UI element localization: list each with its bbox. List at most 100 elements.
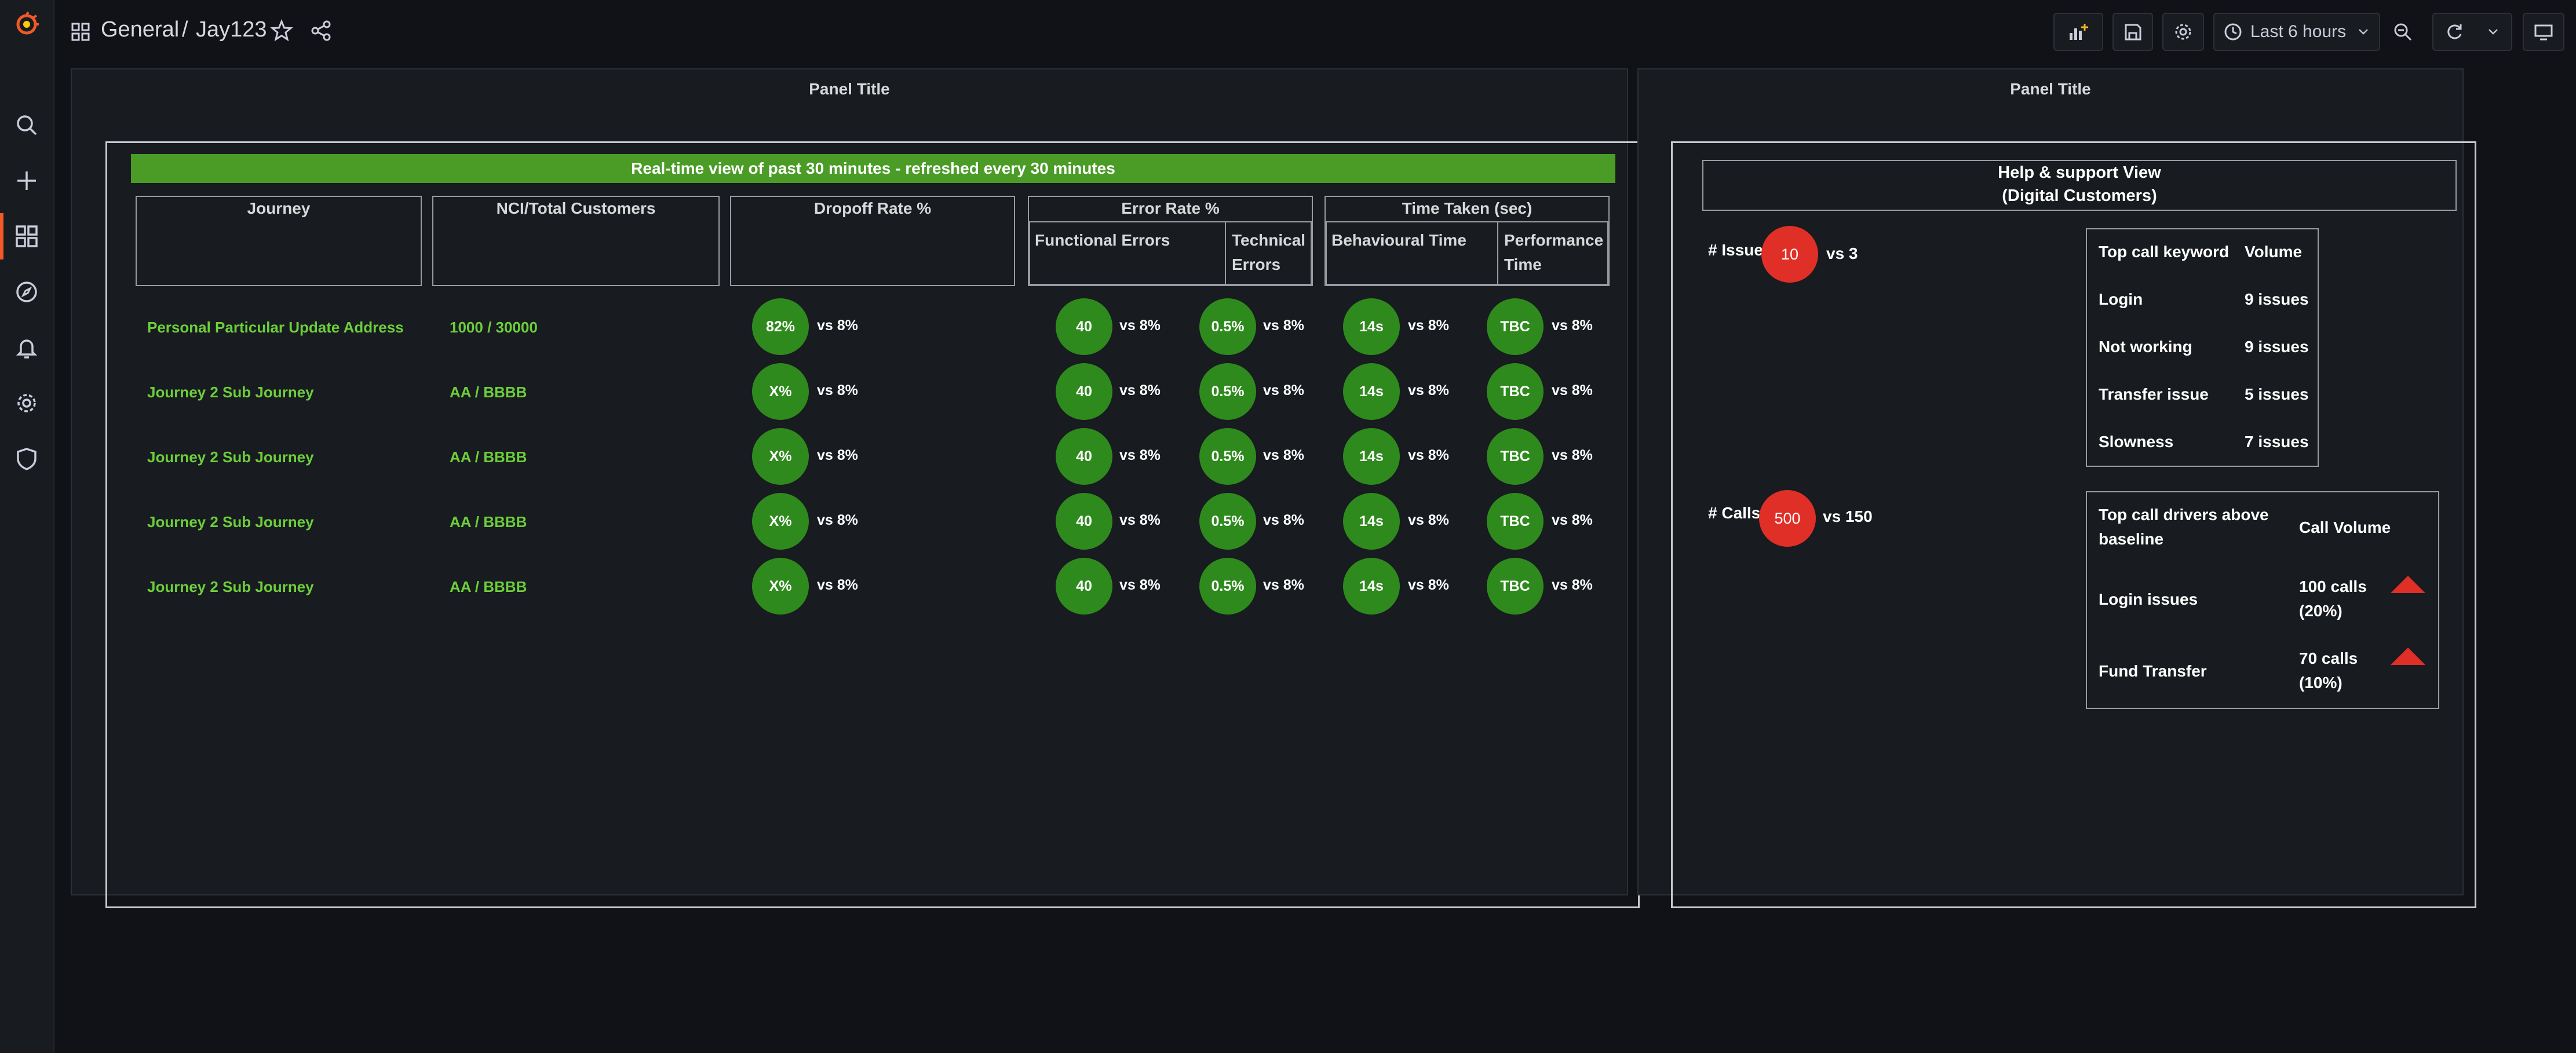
calls-count-metric: 500 xyxy=(1759,490,1816,547)
sidebar xyxy=(0,0,54,1053)
journey-name[interactable]: Journey 2 Sub Journey xyxy=(147,513,314,531)
grafana-logo-icon[interactable] xyxy=(0,1,53,47)
functional-errors-compare: vs 8% xyxy=(1119,382,1161,398)
breadcrumb-dashboard[interactable]: Jay123 xyxy=(196,17,267,42)
dropoff-compare: vs 8% xyxy=(817,382,858,398)
driver-name: Fund Transfer xyxy=(2099,662,2207,680)
dropoff-compare: vs 8% xyxy=(817,317,858,334)
keywords-header-keyword: Top call keyword xyxy=(2099,243,2230,261)
journey-name[interactable]: Journey 2 Sub Journey xyxy=(147,383,314,401)
behavioural-time-compare: vs 8% xyxy=(1408,317,1449,334)
performance-time-compare: vs 8% xyxy=(1552,317,1593,334)
dropoff-compare: vs 8% xyxy=(817,512,858,528)
nci-value: AA / BBBB xyxy=(450,448,527,466)
behavioural-time-compare: vs 8% xyxy=(1408,512,1449,528)
alerting-bell-icon[interactable] xyxy=(0,324,53,371)
keyword-volume: 9 issues xyxy=(2245,290,2309,308)
technical-errors-compare: vs 8% xyxy=(1263,382,1304,398)
keyword-volume: 5 issues xyxy=(2245,385,2309,403)
issue-count-label: # Issue xyxy=(1708,241,1763,259)
performance-time-metric: TBC xyxy=(1487,298,1544,355)
header-time-taken-label: Time Taken (sec) xyxy=(1402,199,1533,217)
create-plus-icon[interactable] xyxy=(0,158,53,204)
keyword-name: Slowness xyxy=(2099,433,2174,451)
header-error-rate-label: Error Rate % xyxy=(1121,199,1220,217)
driver-volume-line2: (20%) xyxy=(2299,602,2343,620)
header-nci-label: NCI/Total Customers xyxy=(496,199,656,217)
nci-value: 1000 / 30000 xyxy=(450,319,538,336)
technical-errors-metric: 0.5% xyxy=(1199,493,1256,550)
functional-errors-metric: 40 xyxy=(1056,493,1112,550)
behavioural-time-metric: 14s xyxy=(1343,493,1400,550)
driver-volume-line1: 70 calls xyxy=(2299,649,2358,667)
refresh-interval-chevron-icon xyxy=(2488,29,2498,35)
header-performance-time-line2: Time xyxy=(1504,255,1542,273)
panel-title[interactable]: Panel Title xyxy=(72,80,1627,98)
dropoff-metric: X% xyxy=(752,428,809,485)
help-support-subtitle: (Digital Customers) xyxy=(2002,187,2157,205)
monitor-icon xyxy=(2534,24,2553,41)
view-mode-button[interactable] xyxy=(2523,13,2564,51)
header-technical-errors-line2: Errors xyxy=(1232,255,1281,273)
save-dashboard-button[interactable] xyxy=(2112,13,2153,51)
keyword-name: Login xyxy=(2099,290,2143,308)
issue-count-metric: 10 xyxy=(1761,226,1818,283)
nci-value: AA / BBBB xyxy=(450,578,527,595)
calls-count-label: # Calls xyxy=(1708,504,1761,522)
drivers-header-line1: Top call drivers above xyxy=(2099,506,2269,524)
performance-time-compare: vs 8% xyxy=(1552,382,1593,398)
shield-icon[interactable] xyxy=(0,436,53,482)
behavioural-time-metric: 14s xyxy=(1343,428,1400,485)
journey-name[interactable]: Personal Particular Update Address xyxy=(147,319,404,337)
performance-time-compare: vs 8% xyxy=(1552,577,1593,593)
add-panel-button[interactable] xyxy=(2053,13,2103,51)
technical-errors-metric: 0.5% xyxy=(1199,558,1256,615)
technical-errors-metric: 0.5% xyxy=(1199,298,1256,355)
explore-compass-icon[interactable] xyxy=(0,269,53,315)
technical-errors-compare: vs 8% xyxy=(1263,447,1304,463)
performance-time-metric: TBC xyxy=(1487,558,1544,615)
help-support-header: Help & support View (Digital Customers) xyxy=(1702,160,2457,211)
technical-errors-metric: 0.5% xyxy=(1199,363,1256,420)
performance-time-metric: TBC xyxy=(1487,428,1544,485)
zoom-out-icon xyxy=(2394,23,2412,41)
search-icon[interactable] xyxy=(0,102,53,148)
refresh-button[interactable] xyxy=(2432,13,2512,51)
journey-name[interactable]: Journey 2 Sub Journey xyxy=(147,448,314,466)
help-support-title: Help & support View xyxy=(1998,163,2161,182)
header-behavioural-time-label: Behavioural Time xyxy=(1331,231,1466,249)
star-icon[interactable] xyxy=(270,19,293,42)
keyword-volume: 7 issues xyxy=(2245,433,2309,451)
driver-volume-line1: 100 calls xyxy=(2299,577,2367,595)
technical-errors-compare: vs 8% xyxy=(1263,512,1304,528)
header-dropoff-label: Dropoff Rate % xyxy=(813,199,932,217)
trend-up-icon xyxy=(2391,648,2425,665)
settings-gear-icon[interactable] xyxy=(0,380,53,426)
performance-time-compare: vs 8% xyxy=(1552,512,1593,528)
dropoff-metric: X% xyxy=(752,363,809,420)
clock-icon xyxy=(2224,23,2242,41)
dashboard-settings-button[interactable] xyxy=(2162,13,2204,51)
breadcrumb-folder[interactable]: General xyxy=(101,17,179,42)
header-technical-errors-line1: Technical xyxy=(1232,231,1306,249)
journey-name[interactable]: Journey 2 Sub Journey xyxy=(147,578,314,596)
nci-value: AA / BBBB xyxy=(450,383,527,401)
share-icon[interactable] xyxy=(309,19,333,42)
functional-errors-metric: 40 xyxy=(1056,428,1112,485)
keyword-name: Not working xyxy=(2099,338,2192,356)
technical-errors-compare: vs 8% xyxy=(1263,577,1304,593)
behavioural-time-metric: 14s xyxy=(1343,558,1400,615)
behavioural-time-compare: vs 8% xyxy=(1408,577,1449,593)
functional-errors-compare: vs 8% xyxy=(1119,447,1161,463)
time-picker-button[interactable]: Last 6 hours xyxy=(2213,13,2380,51)
header-performance-time-line1: Performance xyxy=(1504,231,1604,249)
keyword-volume: 9 issues xyxy=(2245,338,2309,356)
zoom-out-button[interactable] xyxy=(2384,13,2422,51)
performance-time-metric: TBC xyxy=(1487,493,1544,550)
issue-count-compare: vs 3 xyxy=(1826,244,1858,262)
trend-up-icon xyxy=(2391,576,2425,593)
panel-title[interactable]: Panel Title xyxy=(1639,80,2462,98)
performance-time-metric: TBC xyxy=(1487,363,1544,420)
dashboards-icon[interactable] xyxy=(0,213,53,259)
header-functional-errors-label: Functional Errors xyxy=(1035,231,1170,249)
